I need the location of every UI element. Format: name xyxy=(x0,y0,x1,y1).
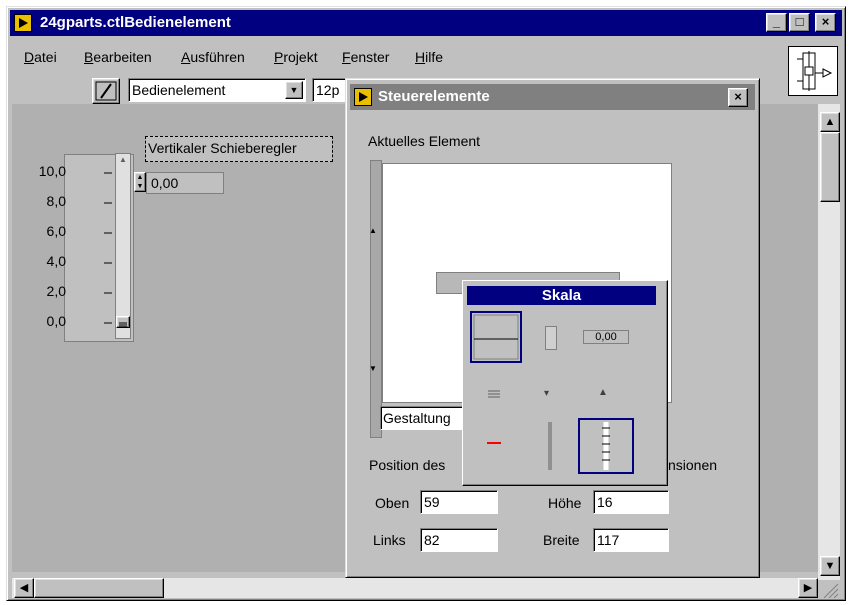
menu-bearbeiten-mnemonic: B xyxy=(84,49,94,65)
oben-label: Oben xyxy=(375,495,410,511)
slider-tick-label: 10,0 xyxy=(38,163,66,179)
increment-decrement-icon[interactable]: ▲ ▼ xyxy=(134,172,146,192)
hoehe-value: 16 xyxy=(597,494,613,510)
breite-input[interactable]: 117 xyxy=(593,528,669,552)
gestaltung-select-value: Gestaltung xyxy=(383,410,451,426)
gestaltung-select[interactable]: Gestaltung xyxy=(380,406,466,430)
links-value: 82 xyxy=(424,532,440,548)
menu-bearbeiten-label: earbeiten xyxy=(93,49,152,65)
slider-tick-label: 2,0 xyxy=(46,283,66,299)
dialog-app-icon xyxy=(354,88,372,106)
slider-thumb[interactable] xyxy=(116,316,130,328)
mode-select-value: Bedienelement xyxy=(132,82,226,98)
slider-caption-text: Vertikaler Schieberegler xyxy=(148,140,297,156)
menu-ausfuehren-mnemonic: A xyxy=(181,49,191,65)
pencil-icon xyxy=(95,81,117,101)
palette-track-option[interactable] xyxy=(548,422,552,470)
font-select-value: 12p xyxy=(316,82,340,98)
slider-up-arrow-icon[interactable]: ▲ xyxy=(116,155,130,165)
minimize-button[interactable]: _ xyxy=(766,13,787,32)
palette-title[interactable]: Skala xyxy=(467,286,656,305)
scroll-right-icon[interactable]: ▶ xyxy=(798,578,818,598)
links-label: Links xyxy=(373,532,406,548)
hoehe-input[interactable]: 16 xyxy=(593,490,669,514)
dialog-titlebar[interactable]: Steuerelemente × xyxy=(350,84,755,110)
scroll-down-icon[interactable]: ▼ xyxy=(820,556,840,576)
dimensions-label: nsionen xyxy=(668,457,718,473)
menu-fenster-label: enster xyxy=(350,49,390,65)
menu-bearbeiten[interactable]: Bearbeiten xyxy=(84,49,152,65)
menu-ausfuehren-label: usführen xyxy=(190,49,245,65)
palette-digital-value: 0,00 xyxy=(595,331,617,343)
menu-datei-mnemonic: D xyxy=(24,49,35,65)
palette-fill-option-icon[interactable]: ▾ xyxy=(544,388,549,399)
close-button[interactable]: × xyxy=(815,13,836,32)
preview-up-arrow-icon: ▲ xyxy=(369,226,377,235)
palette-grip-option-icon[interactable] xyxy=(486,388,502,400)
menu-datei-label: atei xyxy=(34,49,57,65)
labview-app-icon[interactable] xyxy=(14,14,32,32)
window-title: 24gparts.ctlBedienelement xyxy=(40,14,231,31)
breite-value: 117 xyxy=(597,532,620,548)
palette-thumb-option[interactable] xyxy=(545,326,557,350)
horizontal-scroll-thumb[interactable] xyxy=(34,578,164,598)
menu-bar: Datei Bearbeiten Ausführen Projekt Fenst… xyxy=(10,46,770,68)
menu-projekt-mnemonic: P xyxy=(274,49,284,65)
menu-fenster[interactable]: Fenster xyxy=(342,49,389,65)
slider-track[interactable] xyxy=(115,153,131,339)
slider-tick-label: 6,0 xyxy=(46,223,66,239)
digital-display[interactable]: 0,00 xyxy=(146,172,224,194)
window-titlebar[interactable]: 24gparts.ctlBedienelement _ □ × xyxy=(10,10,842,36)
dialog-title: Steuerelemente xyxy=(378,88,490,105)
digital-display-value: 0,00 xyxy=(151,175,179,191)
maximize-button[interactable]: □ xyxy=(789,13,810,32)
oben-value: 59 xyxy=(424,494,440,510)
menu-hilfe-mnemonic: H xyxy=(415,49,426,65)
operate-tool-button[interactable] xyxy=(92,78,120,104)
resize-grip-icon[interactable] xyxy=(820,580,840,598)
scroll-up-icon[interactable]: ▲ xyxy=(820,112,840,132)
menu-hilfe-label: ilfe xyxy=(425,49,444,65)
palette-frame-option[interactable] xyxy=(470,311,522,363)
menu-projekt-label: rojekt xyxy=(283,49,318,65)
hoehe-label: Höhe xyxy=(548,495,582,511)
vertical-scroll-thumb[interactable] xyxy=(820,132,840,202)
menu-fenster-mnemonic: F xyxy=(342,49,351,65)
scroll-left-icon[interactable]: ◀ xyxy=(14,578,34,598)
slider-tick-label: 8,0 xyxy=(46,193,66,209)
links-input[interactable]: 82 xyxy=(420,528,498,552)
menu-ausfuehren[interactable]: Ausführen xyxy=(181,49,245,65)
preview-vertical-bar[interactable] xyxy=(370,160,382,438)
connector-pane-icon[interactable] xyxy=(788,46,838,96)
slider-caption[interactable]: Vertikaler Schieberegler xyxy=(145,136,333,162)
dialog-close-button[interactable]: × xyxy=(728,88,748,107)
breite-label: Breite xyxy=(543,532,580,548)
mode-select-dropdown-icon[interactable]: ▼ xyxy=(285,81,303,99)
menu-hilfe[interactable]: Hilfe xyxy=(415,49,443,65)
mode-select[interactable]: Bedienelement xyxy=(128,78,306,102)
slider-tick-label: 4,0 xyxy=(46,253,66,269)
current-element-label: Aktuelles Element xyxy=(368,133,481,149)
slider-tick-label: 0,0 xyxy=(46,313,66,329)
palette-red-marker-option[interactable] xyxy=(487,442,501,444)
menu-projekt[interactable]: Projekt xyxy=(274,49,318,65)
palette-digital-display-option[interactable]: 0,00 xyxy=(583,330,629,344)
oben-input[interactable]: 59 xyxy=(420,490,498,514)
palette-arrow-option-icon[interactable]: ▲ xyxy=(598,387,608,398)
position-label: Position des xyxy=(369,457,446,473)
preview-down-arrow-icon: ▼ xyxy=(369,364,377,373)
palette-scale-option[interactable] xyxy=(578,418,634,474)
menu-datei[interactable]: Datei xyxy=(24,49,57,65)
